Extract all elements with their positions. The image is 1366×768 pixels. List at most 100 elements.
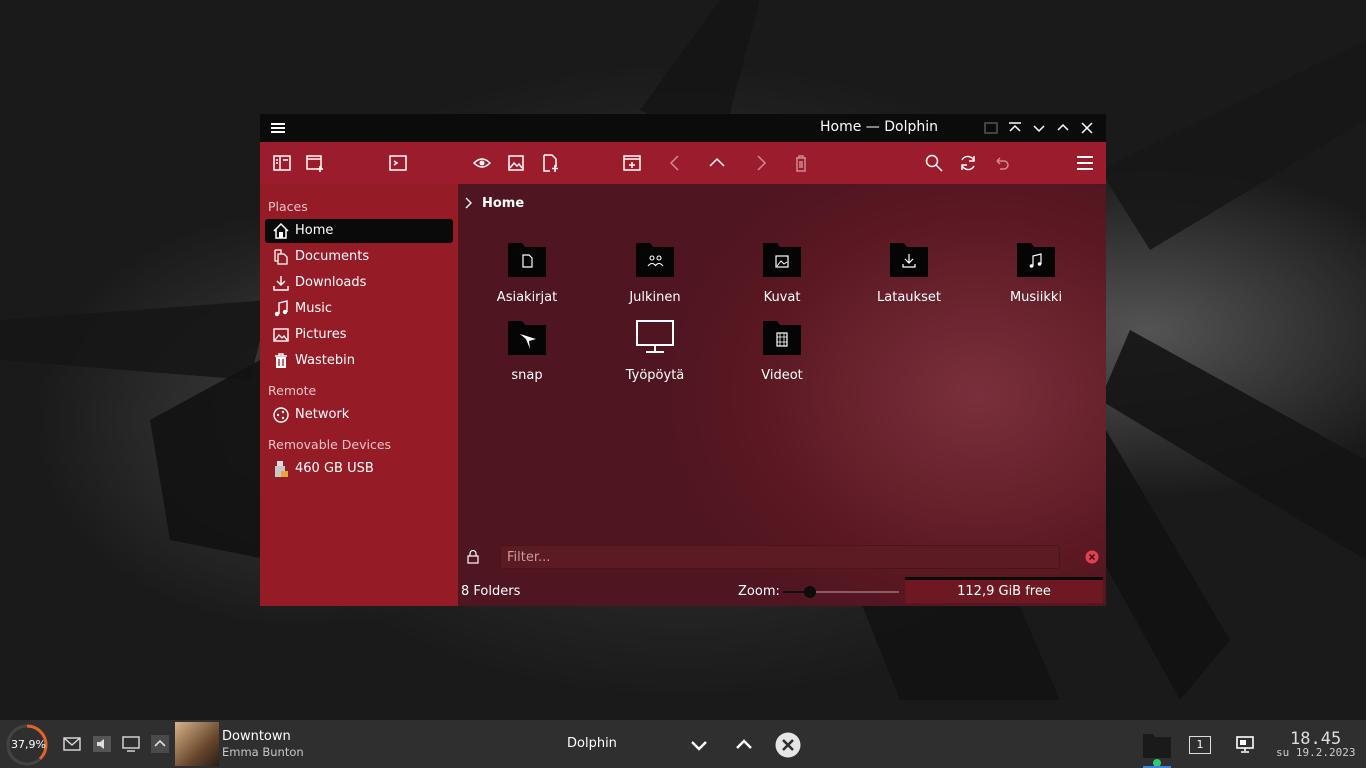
usb-drive-icon <box>275 461 288 477</box>
album-art[interactable] <box>175 722 219 766</box>
sidebar-item-documents[interactable]: Documents <box>265 245 453 269</box>
downloads-icon <box>273 276 289 291</box>
maximize-window-icon[interactable] <box>731 732 757 758</box>
folder-item-musiikki[interactable]: Musiikki <box>986 239 1086 309</box>
up-icon[interactable] <box>707 153 727 173</box>
folder-item-lataukset[interactable]: Lataukset <box>859 239 959 309</box>
filter-input[interactable] <box>500 545 1060 569</box>
close-icon[interactable] <box>1078 119 1096 137</box>
sidebar-item-pictures[interactable]: Pictures <box>265 323 453 347</box>
folder-pictures-icon <box>763 243 801 277</box>
breadcrumb-home[interactable]: Home <box>482 196 524 211</box>
volume-icon[interactable] <box>92 734 112 754</box>
new-window-icon[interactable] <box>305 153 325 173</box>
title-bar[interactable]: Home — Dolphin <box>260 114 1106 142</box>
terminal-icon[interactable] <box>388 153 408 173</box>
hamburger-menu-icon[interactable] <box>1075 153 1095 173</box>
status-item-count: 8 Folders <box>461 584 521 599</box>
search-icon[interactable] <box>924 153 944 173</box>
removable-devices-heading: Removable Devices <box>268 437 392 452</box>
folder-item-julkinen[interactable]: Julkinen <box>605 239 705 309</box>
lock-icon[interactable] <box>466 549 480 564</box>
display-icon[interactable] <box>121 734 141 754</box>
maximize-icon[interactable] <box>1054 119 1072 137</box>
folder-item-asiakirjat[interactable]: Asiakirjat <box>477 239 577 309</box>
tray-expand-icon[interactable] <box>150 734 170 754</box>
mail-icon[interactable] <box>62 734 82 754</box>
active-task-title[interactable]: Dolphin <box>567 736 617 751</box>
pictures-icon <box>273 328 289 342</box>
zoom-slider-handle[interactable] <box>803 586 816 598</box>
sidebar-item-music[interactable]: Music <box>265 297 453 321</box>
sidebar-item-label: Pictures <box>295 327 347 342</box>
folder-music-icon <box>1017 243 1055 277</box>
preview-icon[interactable] <box>472 153 492 173</box>
sidebar-item-downloads[interactable]: Downloads <box>265 271 453 295</box>
places-sidebar: Places Home Documents Downloads Music Pi… <box>260 184 458 606</box>
sidebar-item-network[interactable]: Network <box>265 403 453 427</box>
places-heading: Places <box>268 199 308 214</box>
file-view[interactable]: Home Asiakirjat Julkinen Kuvat Lataukset… <box>458 184 1106 606</box>
folder-name: Musiikki <box>1009 290 1063 305</box>
folder-name: snap <box>511 368 543 383</box>
folder-public-icon <box>636 243 674 277</box>
network-icon <box>273 407 289 423</box>
sidebar-item-wastebin[interactable]: Wastebin <box>265 349 453 373</box>
folder-name: Videot <box>761 368 803 383</box>
folder-snap-icon <box>508 321 546 355</box>
breadcrumb-chevron-icon[interactable] <box>463 196 475 210</box>
sidebar-item-usb[interactable]: 460 GB USB <box>265 457 453 481</box>
folder-videos-icon <box>763 321 801 355</box>
back-icon[interactable] <box>666 153 686 173</box>
folder-name: Lataukset <box>877 290 941 305</box>
folder-item-tyopoyta[interactable]: Työpöytä <box>605 317 705 387</box>
free-space-indicator[interactable]: 112,9 GiB free <box>905 577 1103 603</box>
new-tab-icon[interactable] <box>540 153 560 173</box>
close-window-icon[interactable] <box>775 732 801 758</box>
dolphin-window: Home — Dolphin Places Home Documents Dow… <box>260 114 1106 606</box>
sidebar-item-label: Network <box>295 407 350 422</box>
clear-filter-icon[interactable] <box>1085 550 1099 564</box>
media-artist: Emma Bunton <box>222 745 304 759</box>
sidebar-item-home[interactable]: Home <box>265 219 453 243</box>
undo-icon[interactable] <box>992 153 1012 173</box>
sidebar-item-label: Wastebin <box>295 353 355 368</box>
folder-downloads-icon <box>890 243 928 277</box>
folder-documents-icon <box>508 243 546 277</box>
minimize-window-icon[interactable] <box>686 732 712 758</box>
dolphin-task-icon[interactable] <box>1143 730 1171 768</box>
shade-icon[interactable] <box>1006 119 1024 137</box>
folder-name: Asiakirjat <box>496 290 558 305</box>
folder-item-kuvat[interactable]: Kuvat <box>732 239 832 309</box>
trash-icon <box>275 353 287 368</box>
keep-above-icon[interactable] <box>982 119 1000 137</box>
sidebar-item-label: Downloads <box>295 275 367 290</box>
folder-item-videot[interactable]: Videot <box>732 317 832 387</box>
toolbar <box>260 142 1106 184</box>
view-mode-icon[interactable] <box>622 153 642 173</box>
sidebar-item-label: 460 GB USB <box>295 461 374 476</box>
folder-name: Kuvat <box>763 290 801 305</box>
remote-heading: Remote <box>268 383 317 398</box>
zoom-label: Zoom: <box>738 584 780 599</box>
clock-date[interactable]: su 19.2.2023 <box>1276 746 1355 759</box>
sidebar-item-label: Documents <box>295 249 370 264</box>
free-space-label: 112,9 GiB free <box>957 584 1051 599</box>
virtual-desktop-pager[interactable]: 1 <box>1189 736 1211 754</box>
image-icon[interactable] <box>506 153 526 173</box>
documents-icon <box>274 249 288 265</box>
minimize-icon[interactable] <box>1030 119 1048 137</box>
zoom-slider[interactable] <box>783 586 899 598</box>
sidebar-item-label: Home <box>295 223 334 238</box>
folder-name: Julkinen <box>629 290 681 305</box>
folder-item-snap[interactable]: snap <box>477 317 577 387</box>
show-desktop-icon[interactable] <box>1235 734 1255 754</box>
home-icon <box>273 222 289 239</box>
window-menu-icon[interactable] <box>270 120 286 136</box>
split-view-icon[interactable] <box>272 153 292 173</box>
sidebar-item-label: Music <box>295 301 332 316</box>
folder-name: Työpöytä <box>625 368 685 383</box>
delete-icon[interactable] <box>791 153 811 173</box>
forward-icon[interactable] <box>750 153 770 173</box>
reload-icon[interactable] <box>958 153 978 173</box>
